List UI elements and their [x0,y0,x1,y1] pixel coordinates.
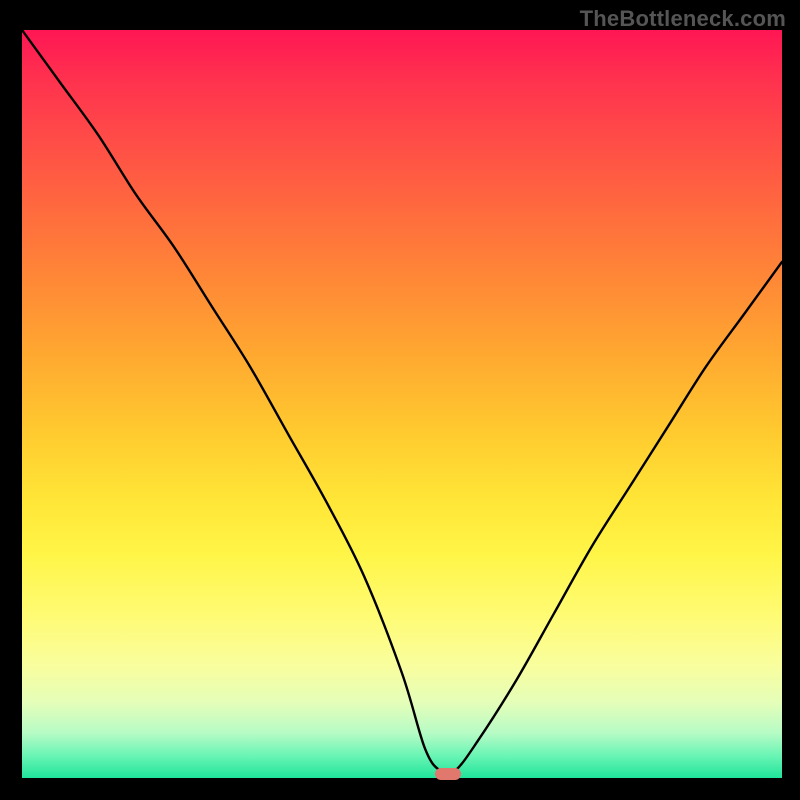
chart-frame: TheBottleneck.com [0,0,800,800]
bottleneck-curve [22,30,782,778]
watermark-text: TheBottleneck.com [580,6,786,32]
plot-area [22,30,782,778]
bottleneck-marker [435,768,461,780]
